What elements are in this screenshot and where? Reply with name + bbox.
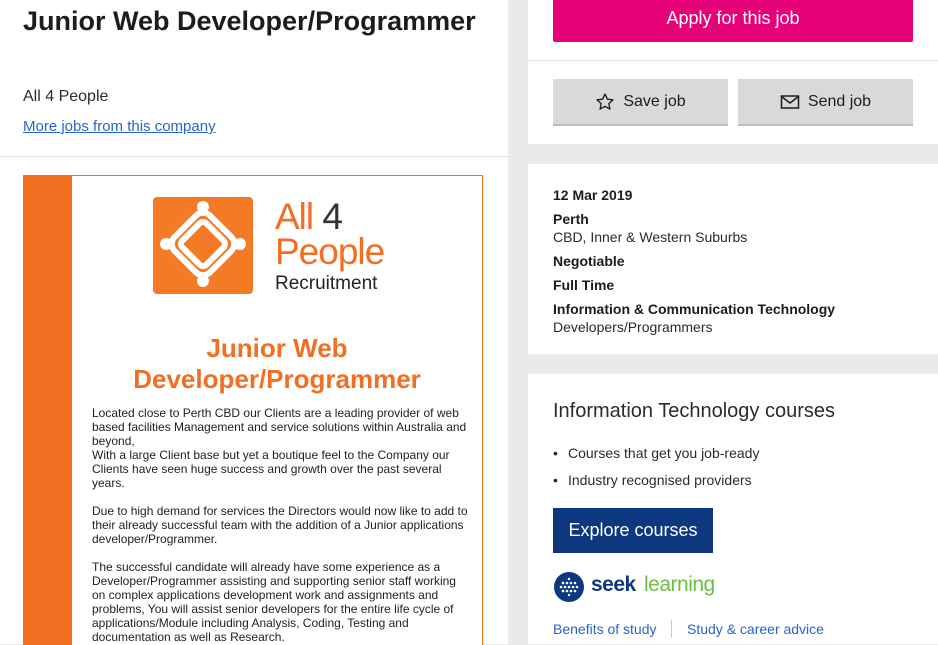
seek-learning-logo[interactable]: seek learning <box>553 571 715 603</box>
job-salary: Negotiable <box>553 253 625 269</box>
advert-paragraph: Due to high demand for services the Dire… <box>92 504 468 546</box>
job-advert: All 4 People Recruitment Junior Web Deve… <box>23 175 483 645</box>
job-location: Perth <box>553 211 589 227</box>
courses-bullet-list: • Courses that get you job-ready • Industr… <box>553 440 759 494</box>
advert-paragraph: Located close to Perth CBD our Clients a… <box>92 406 467 490</box>
job-info-card: 12 Mar 2019 Perth CBD, Inner & Western S… <box>528 164 938 354</box>
apply-button[interactable]: Apply for this job <box>553 0 913 42</box>
job-sub-classification: Developers/Programmers <box>553 319 713 335</box>
job-detail-panel: Junior Web Developer/Programmer All 4 Pe… <box>0 0 508 645</box>
courses-title: Information Technology courses <box>553 400 836 422</box>
logo-seek-text: seek <box>591 573 636 596</box>
save-job-label: Save job <box>623 92 686 110</box>
star-icon <box>596 92 614 110</box>
brand-people: People <box>275 231 385 272</box>
send-job-button[interactable]: Send job <box>738 79 913 126</box>
company-name: All 4 People <box>23 88 109 105</box>
study-career-advice-link[interactable]: Study & career advice <box>687 621 824 637</box>
more-jobs-link[interactable]: More jobs from this company <box>23 118 216 135</box>
link-divider <box>671 620 672 638</box>
benefits-of-study-link[interactable]: Benefits of study <box>553 621 657 637</box>
job-classification: Information & Communication Technology <box>553 301 836 317</box>
advert-paragraph: The successful candidate will already ha… <box>92 560 456 644</box>
bullet-glyph: • <box>553 445 558 461</box>
explore-courses-button[interactable]: Explore courses <box>553 508 713 553</box>
job-title: Junior Web Developer/Programmer <box>23 6 476 36</box>
brand-recruitment: Recruitment <box>275 273 378 294</box>
advert-title: Junior Web Developer/Programmer <box>133 333 421 394</box>
save-job-button[interactable]: Save job <box>553 79 728 126</box>
divider <box>528 60 938 61</box>
advert-body: Located close to Perth CBD our Clients a… <box>92 406 468 645</box>
list-item: • Courses that get you job-ready <box>553 440 759 467</box>
send-job-label: Send job <box>807 92 872 110</box>
advert-side-bar <box>24 176 72 645</box>
job-area: CBD, Inner & Western Suburbs <box>553 229 748 245</box>
logo-learning-text: learning <box>644 573 715 596</box>
bullet-text: Industry recognised providers <box>568 472 752 488</box>
seek-globe-icon <box>554 572 584 602</box>
listing-date: 12 Mar 2019 <box>553 187 633 203</box>
job-work-type: Full Time <box>553 277 615 293</box>
apply-card: Apply for this job Save job Send job <box>528 0 938 144</box>
envelope-icon <box>780 94 800 109</box>
courses-card: Information Technology courses • Courses … <box>528 374 938 644</box>
all4people-logo-icon <box>153 197 253 294</box>
job-header: Junior Web Developer/Programmer All 4 Pe… <box>0 0 508 157</box>
list-item: • Industry recognised providers <box>553 467 759 494</box>
bullet-glyph: • <box>553 472 558 488</box>
bullet-text: Courses that get you job-ready <box>568 445 760 461</box>
